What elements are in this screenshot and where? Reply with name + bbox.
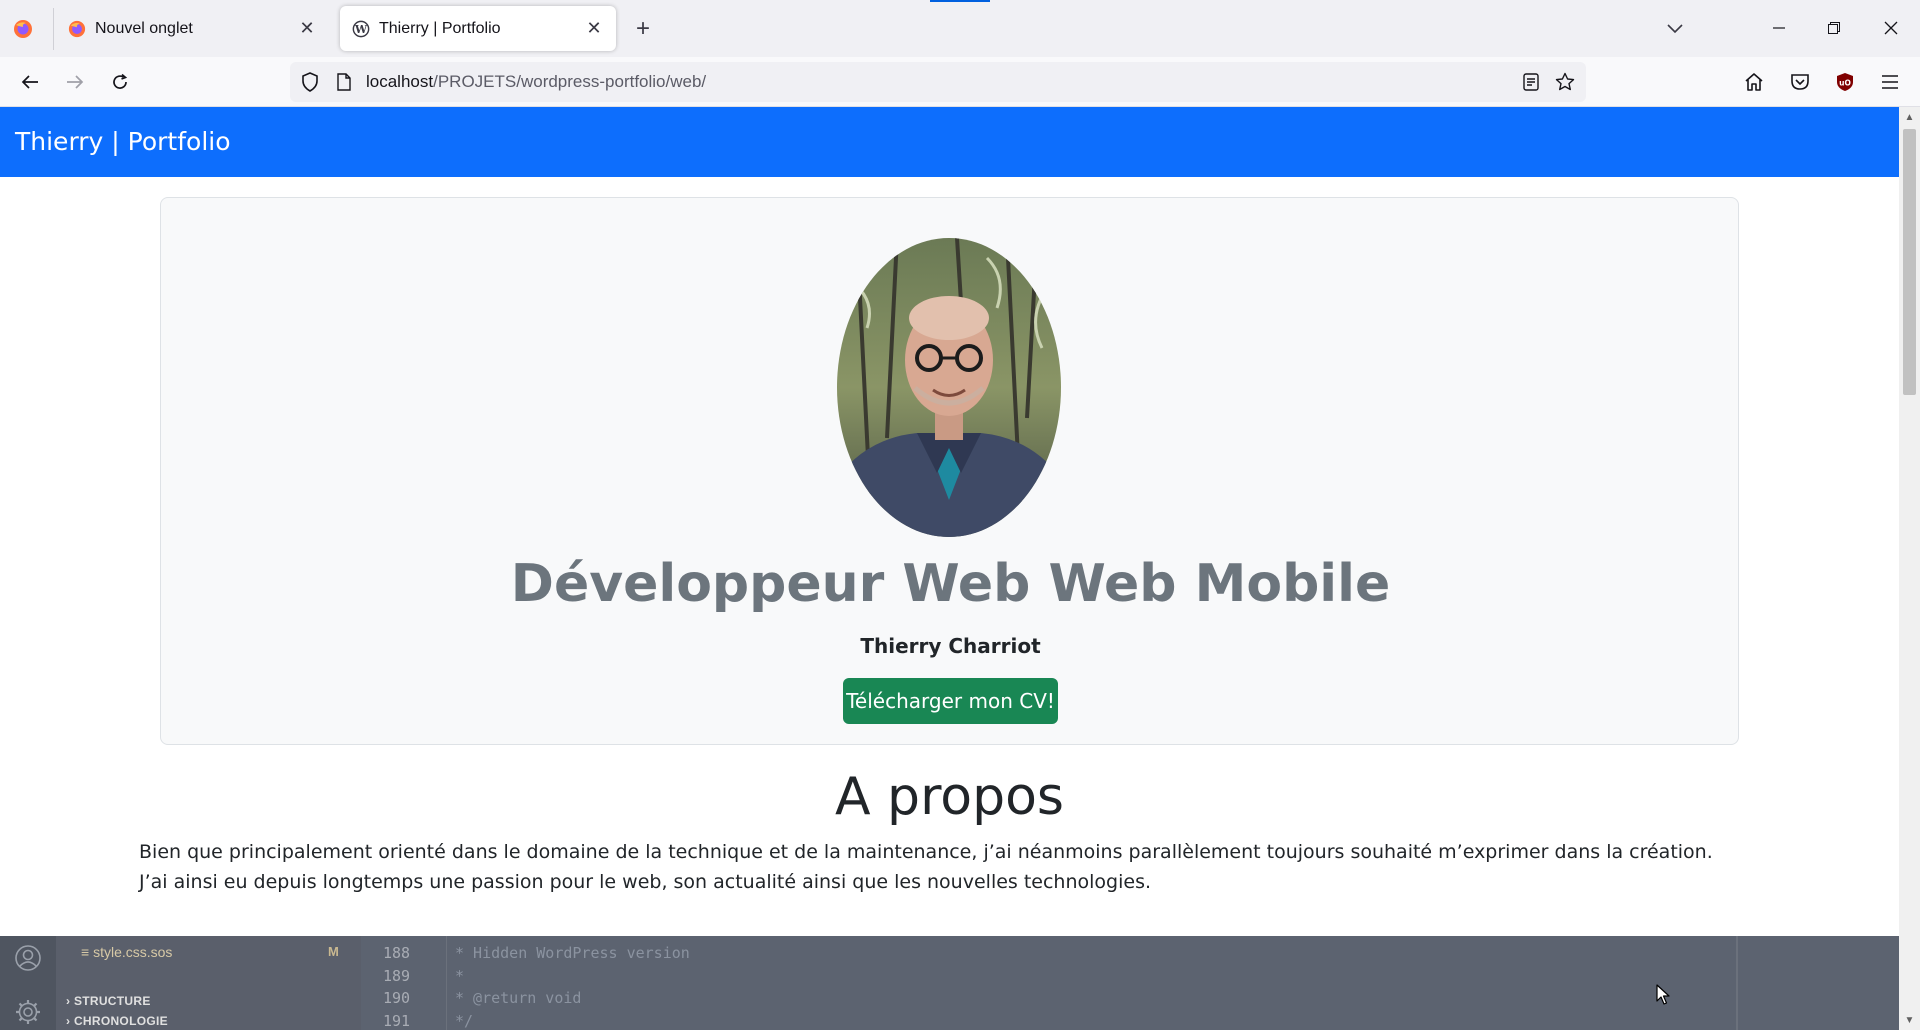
editor-minimap-edge — [1736, 936, 1738, 1030]
editor-activity-bar — [0, 936, 56, 1030]
list-all-tabs-button[interactable] — [1660, 14, 1690, 44]
site-brand-link[interactable]: Thierry | Portfolio — [15, 127, 231, 156]
new-tab-button[interactable]: + — [628, 14, 658, 44]
firefox-icon — [14, 20, 32, 38]
code-line: * Hidden WordPress version — [455, 944, 690, 962]
tab-portfolio[interactable]: W Thierry | Portfolio ✕ — [340, 6, 616, 51]
page-scrollbar[interactable]: ▲ ▼ — [1899, 107, 1920, 1030]
about-line-2: J’ai ainsi eu depuis longtemps une passi… — [139, 871, 1152, 893]
tab-strip: Nouvel onglet ✕ W Thierry | Portfolio ✕ … — [0, 0, 1920, 57]
close-icon — [1884, 21, 1898, 35]
chronologie-section[interactable]: › CHRONOLOGIE — [66, 1014, 168, 1028]
hero-card: Développeur Web Web Mobile Thierry Charr… — [160, 197, 1739, 745]
minimize-icon — [1773, 27, 1785, 29]
structure-section[interactable]: › STRUCTURE — [66, 994, 151, 1008]
section-label: CHRONOLOGIE — [73, 1014, 168, 1028]
reload-icon — [113, 73, 128, 89]
restore-icon — [1828, 22, 1840, 34]
code-line: */ — [455, 1012, 474, 1030]
page-info-icon[interactable] — [334, 72, 354, 92]
chevron-down-icon — [1667, 24, 1683, 34]
tab-title: Thierry | Portfolio — [379, 19, 501, 37]
url-bar[interactable]: localhost/PROJETS/wordpress-portfolio/we… — [290, 62, 1586, 102]
hero-title: Développeur Web Web Mobile — [510, 554, 1391, 614]
url-host: localhost — [366, 72, 434, 91]
reload-button[interactable] — [104, 66, 136, 98]
firefox-icon — [68, 20, 86, 37]
scroll-down-arrow-icon[interactable]: ▼ — [1899, 1010, 1920, 1030]
file-name: style.css.sos — [93, 944, 173, 960]
hero-subtitle: Thierry Charriot — [860, 634, 1041, 658]
line-number: 188 — [383, 944, 411, 962]
scrollbar-thumb[interactable] — [1903, 129, 1916, 395]
about-paragraph: Bien que principalement orienté dans le … — [139, 837, 1779, 897]
settings-gear-icon[interactable] — [14, 998, 42, 1026]
svg-text:W: W — [354, 23, 368, 36]
reader-view-icon[interactable] — [1521, 72, 1541, 92]
restore-button[interactable] — [1811, 8, 1857, 48]
account-icon[interactable] — [14, 944, 42, 972]
home-button[interactable] — [1738, 66, 1770, 98]
about-line-1: Bien que principalement orienté dans le … — [139, 841, 1713, 863]
minimize-button[interactable] — [1756, 8, 1802, 48]
ublock-origin-icon: uO — [1837, 73, 1853, 91]
firefox-view-button[interactable] — [10, 16, 36, 42]
line-number: 191 — [383, 1012, 411, 1030]
line-number: 190 — [383, 989, 411, 1007]
mouse-pointer-icon — [1656, 984, 1670, 1005]
git-modified-badge: M — [328, 944, 339, 959]
code-line: * @return void — [455, 989, 582, 1007]
close-icon[interactable]: ✕ — [297, 18, 317, 39]
code-editor-overlay: ≡ style.css.sos M › STRUCTURE › CHRONOLO… — [0, 936, 1899, 1030]
site-navbar: Thierry | Portfolio — [0, 107, 1899, 177]
code-line: * — [455, 967, 465, 985]
wordpress-icon: W — [352, 20, 370, 37]
scroll-up-arrow-icon[interactable]: ▲ — [1899, 107, 1920, 127]
about-heading: A propos — [834, 767, 1065, 827]
editor-explorer: ≡ style.css.sos M › STRUCTURE › CHRONOLO… — [56, 936, 361, 1030]
forward-button[interactable] — [59, 66, 91, 98]
home-icon — [1745, 73, 1763, 91]
tab-separator — [53, 8, 54, 50]
back-button[interactable] — [14, 66, 46, 98]
app-menu-button[interactable] — [1874, 66, 1906, 98]
explorer-file-item[interactable]: ≡ style.css.sos — [81, 944, 172, 960]
editor-line-numbers: 188 189 190 191 — [361, 936, 446, 1030]
url-path: /PROJETS/wordpress-portfolio/web/ — [433, 72, 707, 91]
url-text: localhost/PROJETS/wordpress-portfolio/we… — [366, 72, 706, 92]
arrow-left-icon — [21, 75, 38, 89]
web-page: Thierry | Portfolio Développeur Web Web … — [0, 107, 1899, 936]
editor-code-area[interactable]: * Hidden WordPress version * * @return v… — [446, 936, 1736, 1030]
close-window-button[interactable] — [1868, 8, 1914, 48]
line-number: 189 — [383, 967, 411, 985]
arrow-right-icon — [67, 75, 84, 89]
tab-loading-indicator — [930, 0, 990, 2]
bookmark-star-icon[interactable] — [1555, 72, 1575, 92]
close-icon[interactable]: ✕ — [584, 18, 604, 39]
pocket-button[interactable] — [1784, 66, 1816, 98]
tab-nouvel-onglet[interactable]: Nouvel onglet ✕ — [56, 6, 329, 51]
ublock-extension-button[interactable]: uO — [1829, 66, 1861, 98]
tracking-protection-shield-icon[interactable] — [300, 72, 320, 92]
svg-text:uO: uO — [1839, 79, 1851, 88]
tab-title: Nouvel onglet — [95, 19, 193, 37]
hamburger-menu-icon — [1882, 75, 1898, 89]
download-cv-button[interactable]: Télécharger mon CV! — [843, 678, 1058, 724]
profile-photo — [837, 238, 1061, 537]
section-label: STRUCTURE — [73, 994, 151, 1008]
pocket-icon — [1791, 74, 1809, 90]
navigation-toolbar: localhost/PROJETS/wordpress-portfolio/we… — [0, 57, 1920, 107]
